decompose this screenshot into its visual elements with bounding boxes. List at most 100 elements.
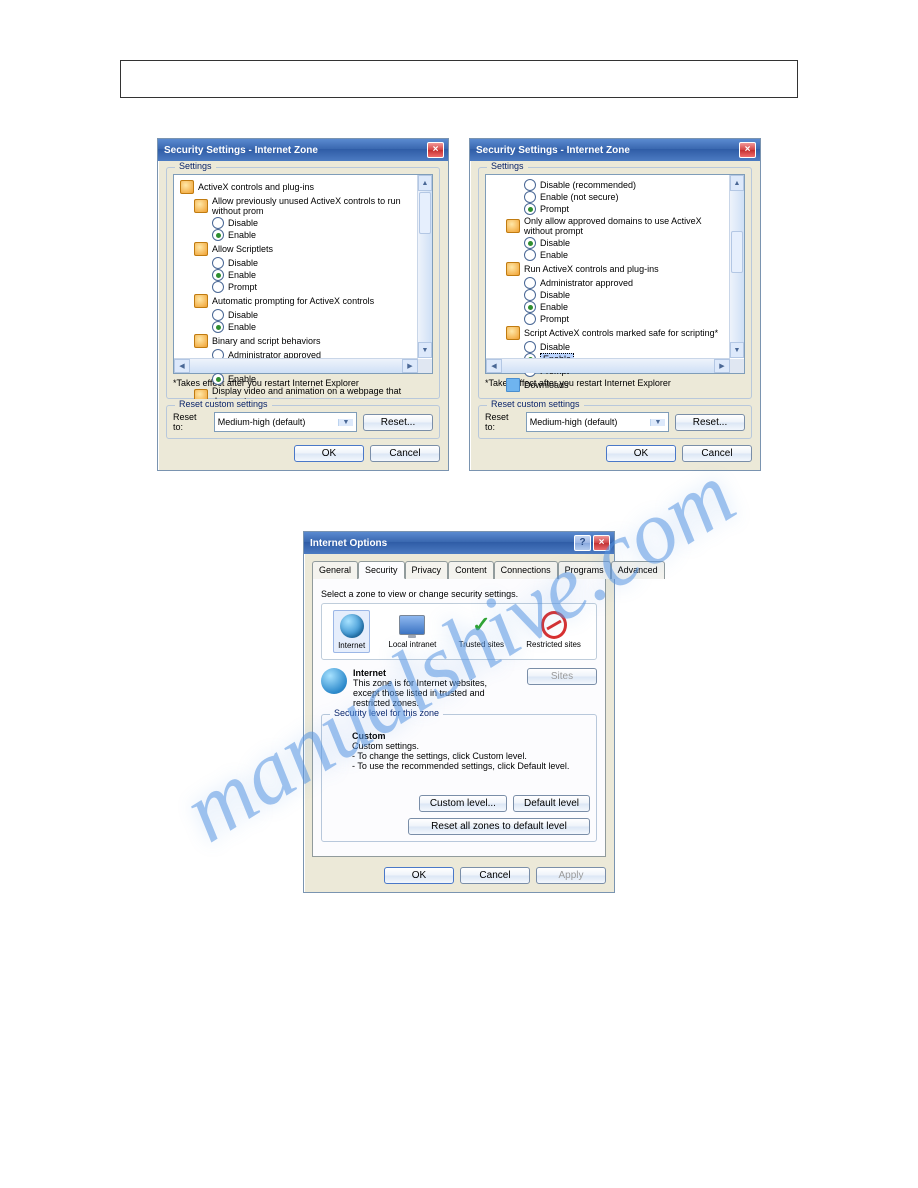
cancel-button[interactable]: Cancel: [682, 445, 752, 462]
tree-group: Only allow approved domains to use Activ…: [524, 216, 728, 236]
radio-icon[interactable]: [524, 313, 536, 325]
radio-icon[interactable]: [524, 341, 536, 353]
radio-icon[interactable]: [212, 217, 224, 229]
tree-group: Allow previously unused ActiveX controls…: [212, 196, 416, 216]
radio-icon[interactable]: [524, 237, 536, 249]
horizontal-scrollbar[interactable]: ◀ ▶: [174, 358, 418, 373]
zone-local-intranet[interactable]: Local intranet: [384, 610, 440, 653]
tree-group: Downloads: [524, 380, 569, 390]
zone-restricted-sites[interactable]: Restricted sites: [522, 610, 585, 653]
vertical-scrollbar[interactable]: ▲ ▼: [417, 175, 432, 358]
option-label: Enable: [228, 270, 256, 280]
tab-content[interactable]: Content: [448, 561, 494, 579]
option-label: Prompt: [228, 282, 257, 292]
radio-icon[interactable]: [524, 191, 536, 203]
option-label: Enable: [228, 230, 256, 240]
option-label: Enable (not secure): [540, 192, 619, 202]
scroll-thumb[interactable]: [419, 192, 431, 234]
scroll-up-icon[interactable]: ▲: [730, 175, 744, 191]
zone-label: Local intranet: [388, 640, 436, 649]
vertical-scrollbar[interactable]: ▲ ▼: [729, 175, 744, 358]
ok-button[interactable]: OK: [606, 445, 676, 462]
scroll-down-icon[interactable]: ▼: [418, 342, 432, 358]
close-icon[interactable]: ×: [739, 142, 756, 158]
activex-icon: [194, 294, 208, 308]
radio-icon[interactable]: [212, 257, 224, 269]
radio-icon[interactable]: [212, 309, 224, 321]
radio-icon[interactable]: [212, 281, 224, 293]
radio-icon[interactable]: [212, 373, 224, 385]
security-settings-dialog-2: Security Settings - Internet Zone × Sett…: [469, 138, 761, 471]
monitor-icon: [399, 615, 425, 635]
option-label: Disable: [540, 342, 570, 352]
radio-icon[interactable]: [524, 179, 536, 191]
titlebar[interactable]: Internet Options ? ×: [304, 532, 614, 554]
scroll-up-icon[interactable]: ▲: [418, 175, 432, 191]
tree-group: Allow Scriptlets: [212, 244, 273, 254]
scroll-left-icon[interactable]: ◀: [486, 359, 502, 373]
scroll-left-icon[interactable]: ◀: [174, 359, 190, 373]
scroll-thumb[interactable]: [731, 231, 743, 273]
help-icon[interactable]: ?: [574, 535, 591, 551]
custom-level-button[interactable]: Custom level...: [419, 795, 507, 812]
radio-icon[interactable]: [212, 229, 224, 241]
radio-icon[interactable]: [524, 249, 536, 261]
option-label: Disable: [540, 238, 570, 248]
option-label: Prompt: [540, 204, 569, 214]
sites-button: Sites: [527, 668, 597, 685]
chevron-down-icon: ▼: [650, 419, 665, 426]
close-icon[interactable]: ×: [593, 535, 610, 551]
combo-value: Medium-high (default): [530, 417, 618, 427]
downloads-icon: [506, 378, 520, 392]
tab-strip: General Security Privacy Content Connect…: [312, 560, 606, 579]
radio-icon[interactable]: [524, 301, 536, 313]
cancel-button[interactable]: Cancel: [370, 445, 440, 462]
reset-level-combobox[interactable]: Medium-high (default) ▼: [526, 412, 669, 432]
scroll-right-icon[interactable]: ▶: [714, 359, 730, 373]
globe-icon: [340, 614, 364, 638]
ok-button[interactable]: OK: [294, 445, 364, 462]
close-icon[interactable]: ×: [427, 142, 444, 158]
tree-group-root: ActiveX controls and plug-ins: [198, 182, 314, 192]
tab-advanced[interactable]: Advanced: [611, 561, 665, 579]
tab-connections[interactable]: Connections: [494, 561, 558, 579]
radio-icon[interactable]: [212, 321, 224, 333]
default-level-button[interactable]: Default level: [513, 795, 590, 812]
radio-icon[interactable]: [212, 269, 224, 281]
settings-tree-scrollbox[interactable]: ActiveX controls and plug-ins Allow prev…: [173, 174, 433, 374]
option-label: Disable: [228, 218, 258, 228]
tab-privacy[interactable]: Privacy: [405, 561, 449, 579]
reset-all-zones-button[interactable]: Reset all zones to default level: [408, 818, 590, 835]
tree-group: Binary and script behaviors: [212, 336, 321, 346]
activex-icon: [194, 199, 208, 213]
radio-icon[interactable]: [524, 289, 536, 301]
tab-programs[interactable]: Programs: [558, 561, 611, 579]
scroll-down-icon[interactable]: ▼: [730, 342, 744, 358]
titlebar[interactable]: Security Settings - Internet Zone ×: [158, 139, 448, 161]
tab-security[interactable]: Security: [358, 561, 405, 579]
activex-icon: [180, 180, 194, 194]
radio-icon[interactable]: [524, 277, 536, 289]
reset-button[interactable]: Reset...: [675, 414, 745, 431]
select-zone-hint: Select a zone to view or change security…: [321, 589, 597, 599]
tab-general[interactable]: General: [312, 561, 358, 579]
scroll-right-icon[interactable]: ▶: [402, 359, 418, 373]
zone-label: Trusted sites: [459, 640, 505, 649]
zone-internet[interactable]: Internet: [333, 610, 370, 653]
cancel-button[interactable]: Cancel: [460, 867, 530, 884]
radio-icon[interactable]: [524, 203, 536, 215]
tree-group: Script ActiveX controls marked safe for …: [524, 328, 718, 338]
dialog-title: Security Settings - Internet Zone: [164, 145, 318, 156]
horizontal-scrollbar[interactable]: ◀ ▶: [486, 358, 730, 373]
option-label: Prompt: [540, 314, 569, 324]
reset-button[interactable]: Reset...: [363, 414, 433, 431]
security-settings-dialog-1: Security Settings - Internet Zone × Sett…: [157, 138, 449, 471]
ok-button[interactable]: OK: [384, 867, 454, 884]
settings-tree-scrollbox[interactable]: Disable (recommended) Enable (not secure…: [485, 174, 745, 374]
reset-level-combobox[interactable]: Medium-high (default) ▼: [214, 412, 357, 432]
zone-trusted-sites[interactable]: ✓ Trusted sites: [455, 610, 509, 653]
option-label: Enable: [540, 250, 568, 260]
reset-to-label: Reset to:: [485, 412, 520, 432]
titlebar[interactable]: Security Settings - Internet Zone ×: [470, 139, 760, 161]
option-label: Administrator approved: [540, 278, 633, 288]
